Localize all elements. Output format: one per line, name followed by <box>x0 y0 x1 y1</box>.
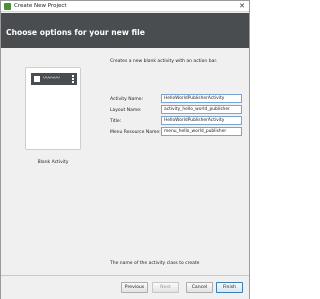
wizard-content: Creates a new blank activity with an act… <box>1 48 249 276</box>
activity-name-label: Activity Name: <box>110 97 144 102</box>
preview-title-squiggle: 〰〰〰 <box>43 76 60 82</box>
template-preview-image: 〰〰〰 <box>25 67 81 150</box>
android-studio-icon <box>4 3 11 10</box>
wizard-footer: Previous Next Cancel Finish <box>1 276 249 299</box>
previous-button[interactable]: Previous <box>121 282 148 293</box>
layout-name-label: Layout Name: <box>110 108 142 113</box>
layout-name-field[interactable]: activity_hello_world_publisher <box>161 105 242 114</box>
title-field[interactable]: HelloWorldPublisherActivity <box>161 116 242 125</box>
title-bar: Create New Project ✕ <box>1 1 249 12</box>
template-description: Creates a new blank activity with an act… <box>110 59 218 64</box>
close-icon[interactable]: ✕ <box>239 1 245 11</box>
overflow-menu-icon <box>72 75 74 83</box>
activity-name-field[interactable]: HelloWorldPublisherActivity <box>161 94 242 103</box>
title-label: Title: <box>110 119 122 124</box>
page-title: Choose options for your new file <box>6 28 145 37</box>
next-button[interactable]: Next <box>152 282 179 293</box>
menu-resource-name-field[interactable]: menu_hello_world_publisher <box>161 127 242 136</box>
template-preview-caption: Blank Activity <box>37 160 69 165</box>
dialog-window: Create New Project ✕ Choose options for … <box>0 0 250 299</box>
wizard-header: Choose options for your new file <box>1 13 249 48</box>
preview-app-icon <box>34 76 40 82</box>
menu-resource-name-label: Menu Resource Name: <box>110 130 161 135</box>
finish-button[interactable]: Finish <box>216 282 243 293</box>
preview-action-bar: 〰〰〰 <box>31 73 77 85</box>
field-hint-text: The name of the activity class to create <box>110 261 200 266</box>
cancel-button[interactable]: Cancel <box>186 282 213 293</box>
window-title: Create New Project <box>14 3 67 9</box>
